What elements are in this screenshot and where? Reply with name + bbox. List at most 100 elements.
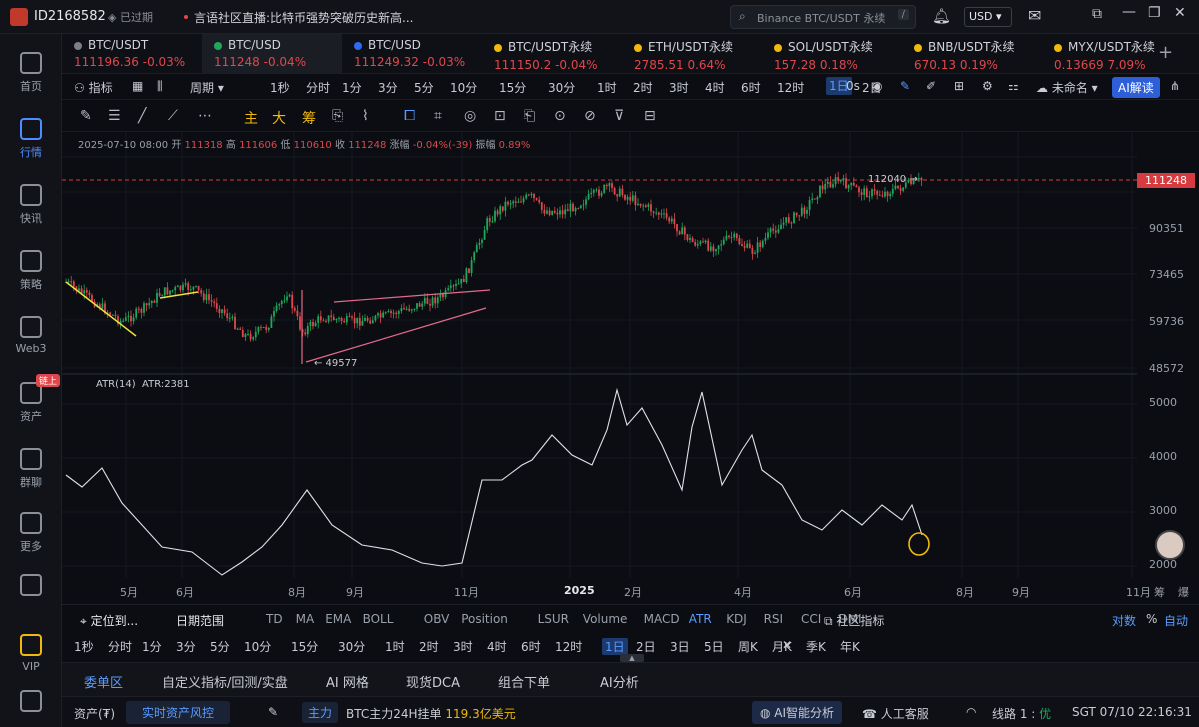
interval-button[interactable]: 1时: [597, 79, 617, 96]
close-icon[interactable]: ✕: [1174, 5, 1186, 21]
layout-icon[interactable]: ⊞: [954, 79, 964, 93]
interval-button[interactable]: 分时: [108, 638, 132, 655]
interval-button[interactable]: 1秒: [74, 638, 94, 655]
indicator-item[interactable]: LSUR: [538, 612, 569, 626]
ticker-tab[interactable]: BTC/USDT 111196.36 -0.03%: [62, 34, 202, 74]
sidebar-item-9[interactable]: VIP: [0, 634, 62, 673]
bottom-tab[interactable]: AI分析: [600, 672, 639, 691]
hlines-tool-icon[interactable]: ☰: [108, 108, 121, 124]
trash-icon[interactable]: ⊟: [644, 108, 656, 124]
big-order-button[interactable]: 大: [272, 108, 286, 128]
magnet-icon[interactable]: ⎘: [332, 108, 343, 124]
support-button[interactable]: ☎ 人工客服: [862, 705, 929, 722]
chips-toggle[interactable]: 筹: [1154, 584, 1165, 600]
period-select[interactable]: 周期 ▾: [190, 79, 224, 96]
ai-analysis-button[interactable]: ◍ AI智能分析: [752, 701, 843, 724]
indicator-item[interactable]: MA: [296, 612, 315, 626]
indicator-item[interactable]: EMA: [325, 612, 351, 626]
news-ticker[interactable]: 言语社区直播:比特币强势突破历史新高...: [194, 9, 414, 26]
search-input[interactable]: Binance BTC/USDT 永续: [757, 10, 885, 26]
search-box[interactable]: ⌕ Binance BTC/USDT 永续 /: [730, 5, 916, 29]
close-interval-icon[interactable]: ✕: [782, 638, 792, 652]
lock-icon[interactable]: ⊡: [494, 108, 506, 124]
interval-button[interactable]: 3分: [176, 638, 196, 655]
indicator-item[interactable]: KDJ: [726, 612, 747, 626]
interval-button[interactable]: 5分: [210, 638, 230, 655]
edit-icon[interactable]: ✐: [926, 79, 936, 93]
brush-icon[interactable]: ⌇: [362, 108, 369, 124]
interval-button[interactable]: 5日: [704, 638, 724, 655]
ticker-tab[interactable]: SOL/USDT永续 157.28 0.18%: [762, 34, 902, 74]
mail-icon[interactable]: ✉: [1028, 6, 1041, 25]
interval-button[interactable]: 30分: [338, 638, 365, 655]
community-indicator-button[interactable]: ⧉ 社区指标: [824, 612, 884, 629]
line-tool-icon[interactable]: ╱: [138, 108, 146, 124]
currency-select[interactable]: USD ▾: [964, 7, 1012, 27]
camera-icon[interactable]: ◉: [872, 79, 882, 93]
interval-button[interactable]: 周K: [738, 638, 758, 655]
line-status[interactable]: 线路 1 : 优: [992, 705, 1051, 722]
sidebar-item-3[interactable]: 策略: [0, 250, 62, 292]
interval-button[interactable]: 1分: [142, 638, 162, 655]
ticker-tab[interactable]: BNB/USDT永续 670.13 0.19%: [902, 34, 1042, 74]
liquidation-toggle[interactable]: 爆: [1178, 584, 1189, 600]
assistant-avatar[interactable]: [1155, 530, 1185, 560]
interval-button[interactable]: 12时: [777, 79, 804, 96]
share-icon[interactable]: ⋔: [1170, 79, 1180, 93]
interval-button[interactable]: 1日: [602, 638, 628, 655]
account-id[interactable]: ID2168582: [34, 9, 106, 24]
percent-toggle[interactable]: %: [1146, 612, 1157, 626]
ticker-tab[interactable]: BTC/USDT永续 111150.2 -0.04%: [482, 34, 622, 74]
price-chart[interactable]: ← 49577 112040 →: [62, 132, 1137, 578]
interval-button[interactable]: 1秒: [270, 79, 290, 96]
interval-button[interactable]: 3时: [453, 638, 473, 655]
add-ticker-icon[interactable]: +: [1158, 42, 1173, 63]
sidebar-item-5[interactable]: 资产 链上: [0, 374, 62, 424]
select-tool-icon[interactable]: ⧠: [404, 108, 415, 124]
chips-button[interactable]: 筹: [302, 108, 316, 128]
seconds-label[interactable]: 0s: [846, 79, 860, 93]
interval-button[interactable]: 3分: [378, 79, 398, 96]
ray-tool-icon[interactable]: ⟋: [168, 108, 178, 124]
eye-icon[interactable]: ◎: [464, 108, 476, 124]
interval-button[interactable]: 1时: [385, 638, 405, 655]
indicator-button[interactable]: ⚇ 指标: [74, 79, 113, 96]
sidebar-item-6[interactable]: 群聊: [0, 448, 62, 490]
candle-type-icon[interactable]: ⫼: [157, 79, 163, 94]
indicator-item[interactable]: BOLL: [363, 612, 394, 626]
interval-button[interactable]: 3日: [670, 638, 690, 655]
assets-label[interactable]: 资产(₮): [74, 705, 115, 722]
interval-button[interactable]: 年K: [840, 638, 860, 655]
draw-pen-icon[interactable]: ✎: [900, 79, 910, 93]
indicator-item[interactable]: ATR: [689, 612, 712, 626]
collapse-handle-icon[interactable]: ▲: [620, 654, 644, 662]
log-scale-toggle[interactable]: 对数: [1112, 612, 1136, 629]
interval-button[interactable]: 5分: [414, 79, 434, 96]
ruler-icon[interactable]: ⌗: [434, 108, 442, 124]
indicator-item[interactable]: OBV: [424, 612, 450, 626]
restore-icon[interactable]: ❐: [1148, 5, 1161, 21]
minimize-icon[interactable]: —: [1122, 4, 1136, 20]
interval-button[interactable]: 4时: [705, 79, 725, 96]
indicator-item[interactable]: TD: [266, 612, 283, 626]
sidebar-item-8[interactable]: [0, 574, 62, 600]
interval-button[interactable]: 30分: [548, 79, 575, 96]
interval-button[interactable]: 10分: [450, 79, 477, 96]
sidebar-item-2[interactable]: 快讯: [0, 184, 62, 226]
filter-icon[interactable]: ⊽: [614, 108, 624, 124]
edit-note-icon[interactable]: ✎: [268, 705, 278, 719]
settings-icon[interactable]: ⚙: [982, 79, 993, 93]
ticker-tab[interactable]: ETH/USDT永续 2785.51 0.64%: [622, 34, 762, 74]
window-popout-icon[interactable]: ⧉: [1092, 6, 1102, 22]
bell-icon[interactable]: 🔔︎: [932, 7, 951, 25]
link-icon[interactable]: ⊘: [584, 108, 596, 124]
bottom-tab[interactable]: 现货DCA: [406, 672, 460, 691]
interval-button[interactable]: 2日: [636, 638, 656, 655]
indicator-item[interactable]: Position: [461, 612, 508, 626]
sidebar-item-0[interactable]: 首页: [0, 52, 62, 94]
bottom-tab[interactable]: AI 网格: [326, 672, 369, 691]
ticker-tab[interactable]: BTC/USD 111248 -0.04%: [202, 34, 342, 74]
risk-control-button[interactable]: 实时资产风控: [126, 701, 231, 724]
interval-button[interactable]: 1分: [342, 79, 362, 96]
interval-button[interactable]: 10分: [244, 638, 271, 655]
